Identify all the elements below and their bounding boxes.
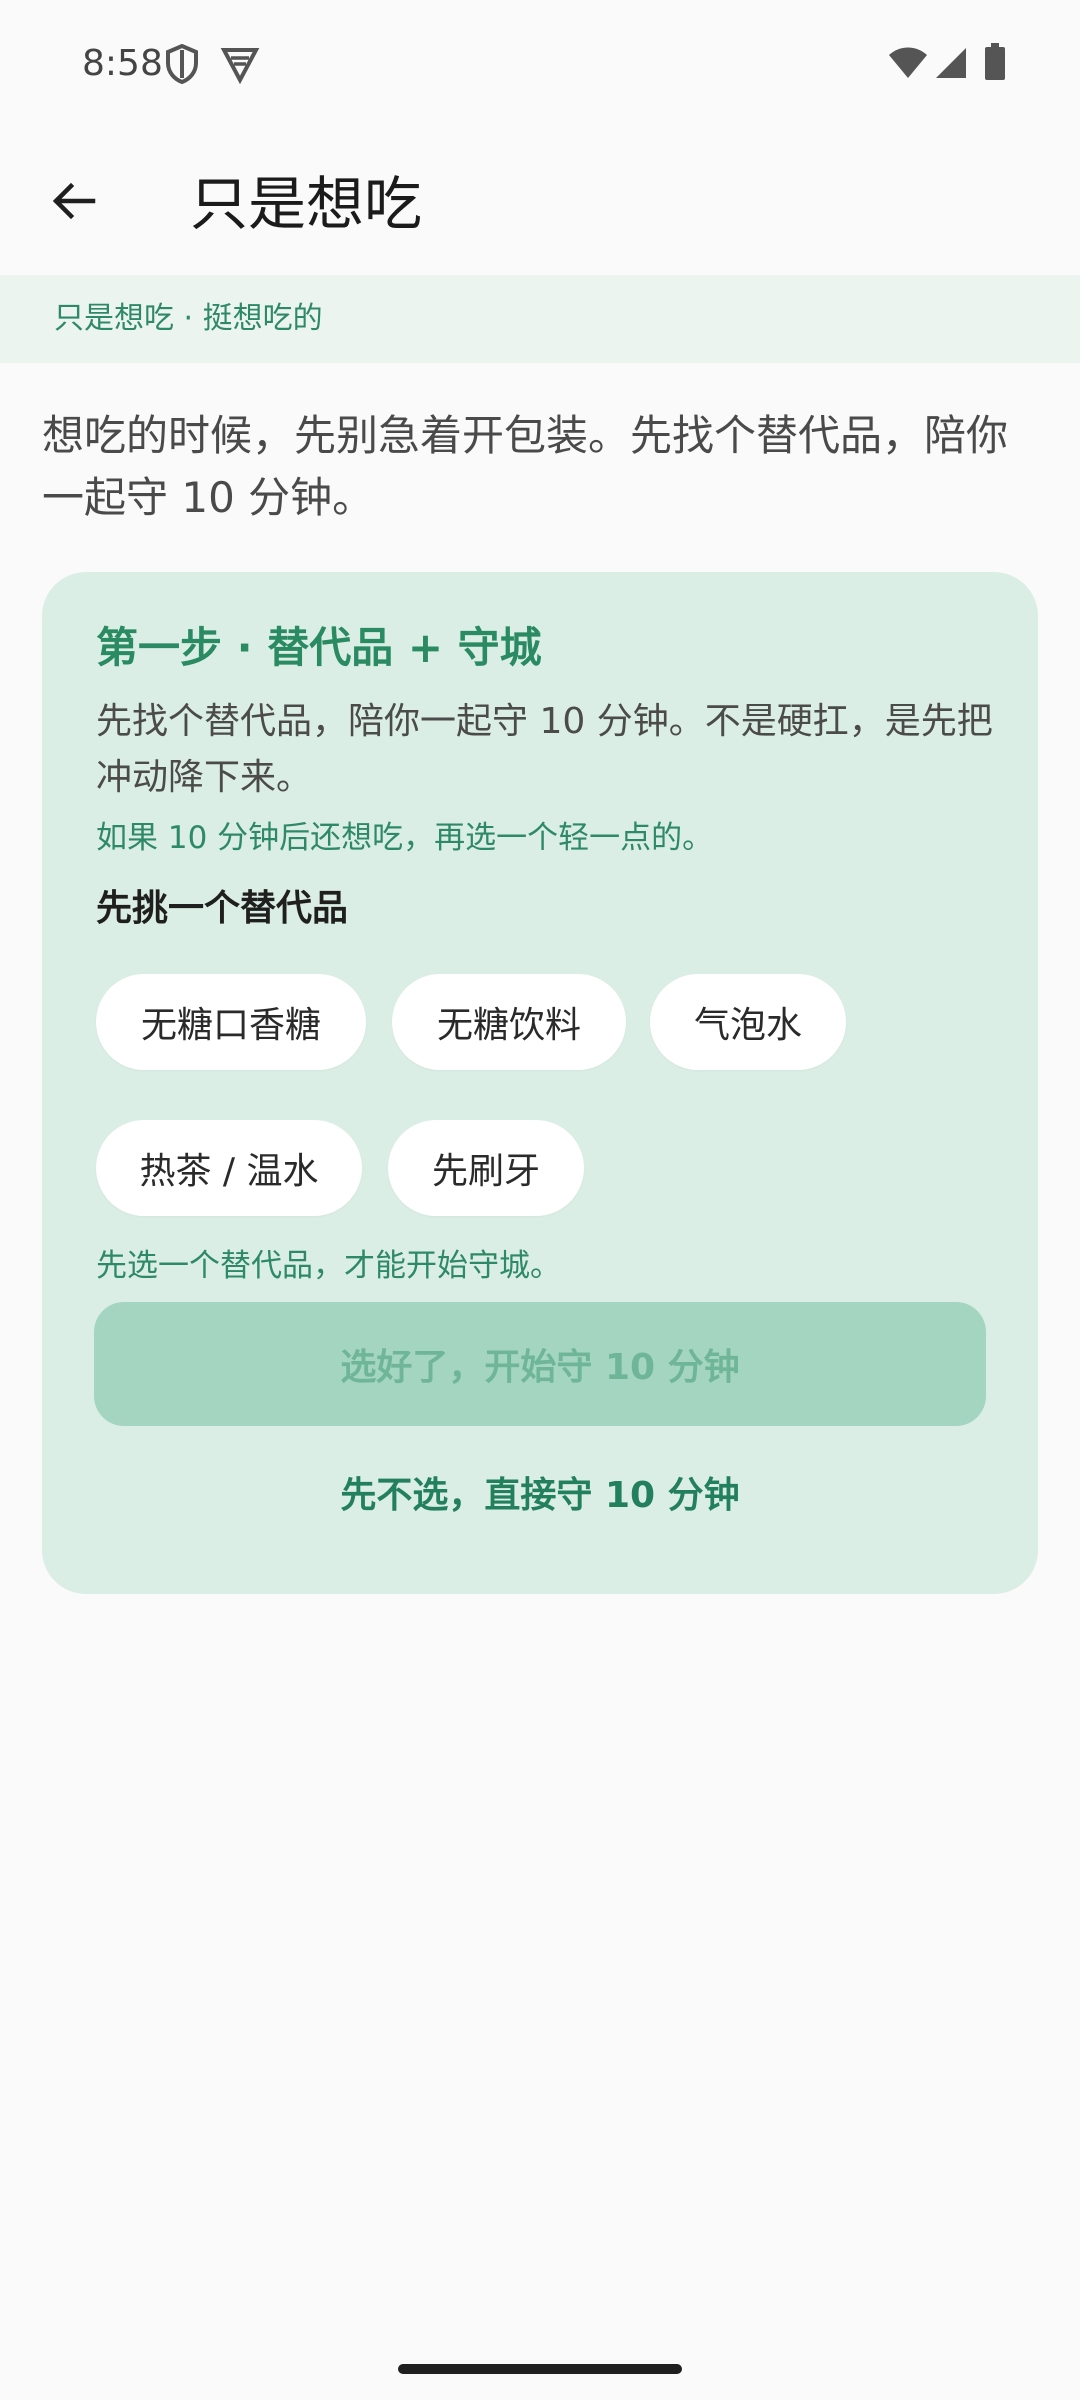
signal-icon (934, 46, 968, 84)
breadcrumb-strip: 只是想吃 · 挺想吃的 (0, 275, 1080, 363)
option-chip-sparkling-water[interactable]: 气泡水 (650, 974, 846, 1070)
card-description: 先找个替代品，陪你一起守 10 分钟。不是硬扛，是先把冲动降下来。 (96, 701, 993, 798)
vpn-shield-icon (220, 44, 260, 88)
option-chip-brush-teeth[interactable]: 先刷牙 (388, 1120, 584, 1216)
start-guard-button[interactable]: 选好了，开始守 10 分钟 (94, 1302, 986, 1426)
home-indicator[interactable] (398, 2364, 682, 2374)
arrow-left-icon (49, 177, 97, 229)
back-button[interactable] (30, 160, 116, 246)
option-chip-sugarfree-gum[interactable]: 无糖口香糖 (96, 974, 366, 1070)
selection-warning: 先选一个替代品，才能开始守城。 (96, 1248, 561, 1284)
status-bar: 8:58 (0, 0, 1080, 130)
page-title: 只是想吃 (190, 170, 423, 238)
status-time: 8:58 (82, 43, 163, 84)
skip-and-guard-button[interactable]: 先不选，直接守 10 分钟 (94, 1452, 986, 1532)
card-title: 第一步 · 替代品 + 守城 (96, 623, 542, 672)
card-hint: 如果 10 分钟后还想吃，再选一个轻一点的。 (96, 820, 714, 856)
option-chip-sugarfree-drink[interactable]: 无糖饮料 (392, 974, 626, 1070)
shield-icon (165, 43, 199, 88)
pick-label: 先挑一个替代品 (96, 888, 349, 929)
intro-text: 想吃的时候，先别急着开包装。先找个替代品，陪你一起守 10 分钟。 (42, 411, 1009, 522)
wifi-icon (888, 46, 928, 84)
battery-icon (984, 43, 1006, 85)
step-card: 第一步 · 替代品 + 守城 先找个替代品，陪你一起守 10 分钟。不是硬扛，是… (42, 572, 1038, 1594)
breadcrumb: 只是想吃 · 挺想吃的 (54, 301, 323, 336)
option-chip-hot-tea[interactable]: 热茶 / 温水 (96, 1120, 362, 1216)
app-bar: 只是想吃 (0, 130, 1080, 274)
